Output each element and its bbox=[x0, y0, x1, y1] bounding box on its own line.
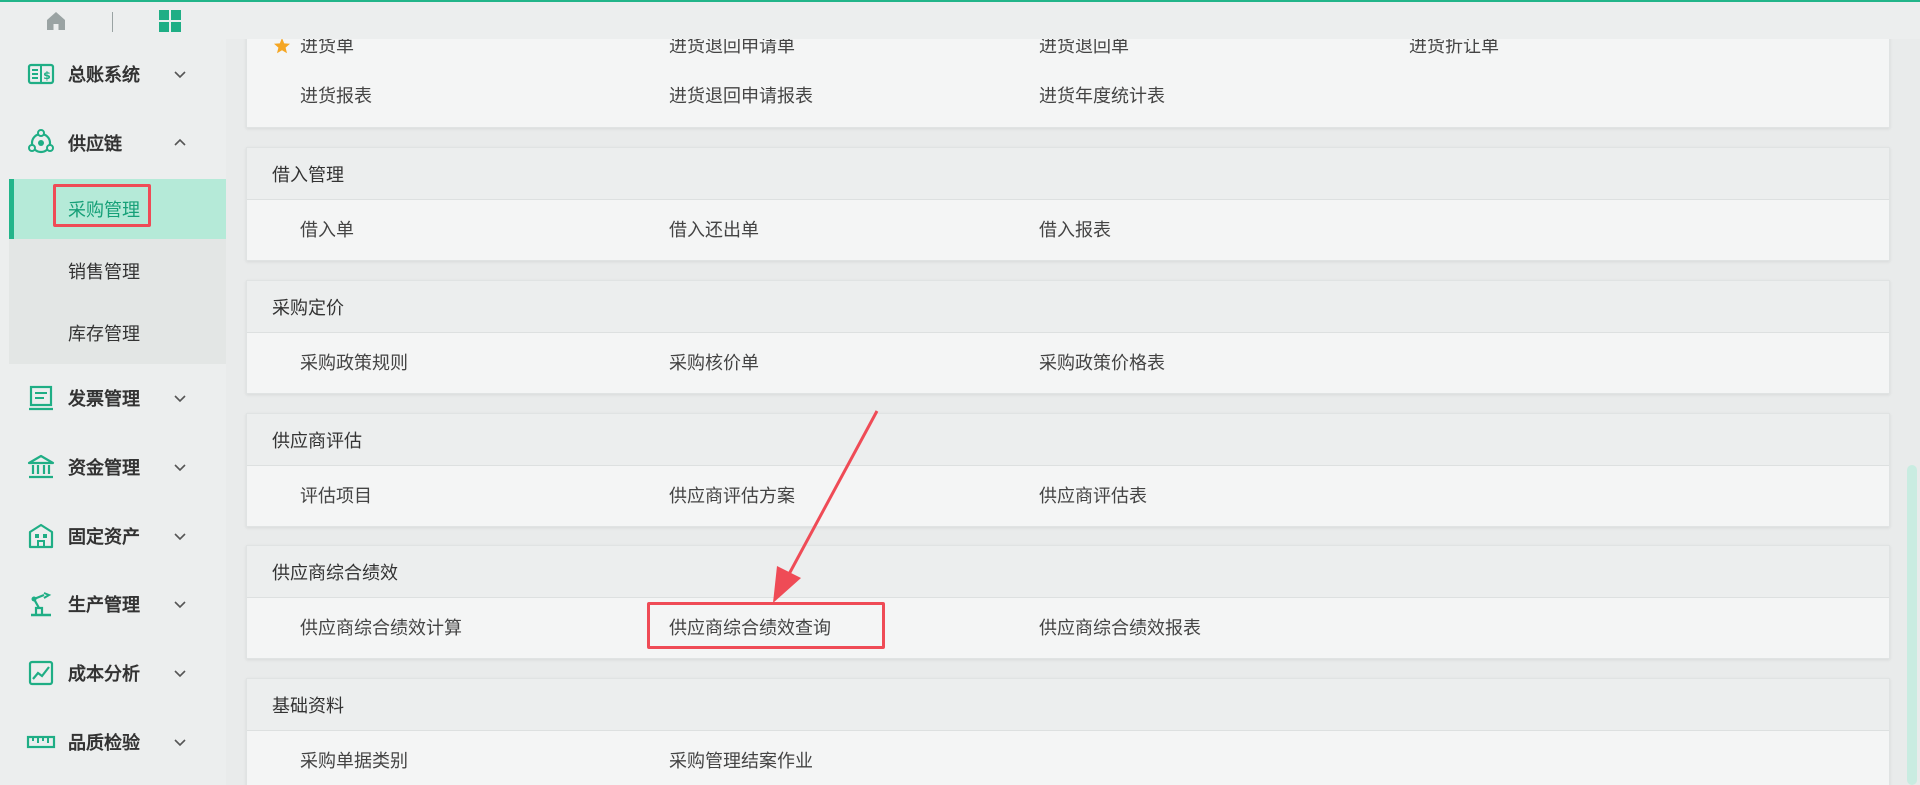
robot-arm-icon bbox=[31, 592, 52, 617]
ledger-icon: $ bbox=[27, 63, 55, 85]
svg-text:$: $ bbox=[43, 69, 51, 82]
chevron-down-icon bbox=[174, 670, 186, 678]
sidebar-group-label: 成本分析 bbox=[68, 664, 140, 684]
card-purchase-pricing: 采购定价 采购政策规则 采购核价单 采购政策价格表 bbox=[246, 280, 1890, 394]
sidebar-group-cost-analysis[interactable]: 成本分析 bbox=[0, 648, 226, 698]
chevron-down-icon bbox=[174, 71, 186, 79]
sidebar-group-fund-management[interactable]: 资金管理 bbox=[0, 442, 226, 492]
card-supplier-evaluation: 供应商评估 评估项目 供应商评估方案 供应商评估表 bbox=[246, 413, 1890, 527]
main-content: 进货单 进货退回申请单 进货退回单 进货折让单 进货报表 进货退回申请报表 进货… bbox=[226, 39, 1920, 785]
menu-link[interactable]: 进货年度统计表 bbox=[1039, 80, 1165, 112]
menu-link[interactable]: 采购政策规则 bbox=[300, 347, 408, 379]
chevron-up-icon bbox=[174, 138, 186, 146]
supply-chain-submenu: 采购管理 销售管理 库存管理 bbox=[9, 179, 226, 364]
top-bar bbox=[0, 0, 1920, 39]
card-row: 进货报表 进货退回申请报表 进货年度统计表 bbox=[247, 80, 1889, 112]
scrollbar-thumb[interactable] bbox=[1907, 465, 1917, 785]
sidebar-group-general-ledger[interactable]: $ 总账系统 bbox=[0, 49, 226, 99]
highlight-box bbox=[647, 602, 885, 649]
card-row: 采购单据类别 采购管理结案作业 bbox=[247, 745, 1889, 777]
card-title: 供应商综合绩效 bbox=[272, 562, 398, 583]
card-title: 借入管理 bbox=[272, 164, 344, 185]
menu-link[interactable]: 进货退回单 bbox=[1039, 39, 1129, 62]
chevron-down-icon bbox=[174, 395, 186, 403]
building-icon bbox=[28, 523, 54, 549]
card-row: 评估项目 供应商评估方案 供应商评估表 bbox=[247, 480, 1889, 512]
supply-chain-icon bbox=[28, 129, 54, 154]
sidebar-item-inventory-management[interactable]: 库存管理 bbox=[9, 303, 226, 363]
menu-link[interactable]: 进货单 bbox=[300, 39, 354, 62]
menu-link[interactable]: 评估项目 bbox=[300, 480, 372, 512]
card-title: 供应商评估 bbox=[272, 430, 362, 451]
card-row: 借入单 借入还出单 借入报表 bbox=[247, 214, 1889, 246]
sidebar-group-production[interactable]: 生产管理 bbox=[0, 579, 226, 629]
card-supplier-performance: 供应商综合绩效 供应商综合绩效计算 供应商综合绩效查询 供应商综合绩效报表 bbox=[246, 545, 1890, 659]
invoice-icon bbox=[29, 385, 53, 411]
card-title: 基础资料 bbox=[272, 695, 344, 716]
sidebar-group-quality-inspection[interactable]: 品质检验 bbox=[0, 717, 226, 767]
grid-apps-icon[interactable] bbox=[157, 8, 183, 34]
menu-link[interactable]: 借入还出单 bbox=[669, 214, 759, 246]
bank-icon bbox=[27, 454, 55, 479]
menu-link[interactable]: 进货折让单 bbox=[1409, 39, 1499, 62]
card-row: 采购政策规则 采购核价单 采购政策价格表 bbox=[247, 347, 1889, 379]
menu-link[interactable]: 进货退回申请单 bbox=[669, 39, 795, 62]
menu-link[interactable]: 进货退回申请报表 bbox=[669, 80, 813, 112]
menu-link[interactable]: 采购单据类别 bbox=[300, 745, 408, 777]
sidebar-item-label: 销售管理 bbox=[68, 262, 140, 282]
sidebar-item-purchase-management[interactable]: 采购管理 bbox=[9, 179, 226, 239]
highlight-box bbox=[53, 184, 151, 227]
card-header: 供应商评估 bbox=[247, 414, 1889, 466]
star-icon[interactable] bbox=[273, 39, 291, 55]
card-header: 供应商综合绩效 bbox=[247, 546, 1889, 598]
card-row: 进货单 进货退回申请单 进货退回单 进货折让单 bbox=[247, 39, 1889, 62]
card-purchase-documents: 进货单 进货退回申请单 进货退回单 进货折让单 进货报表 进货退回申请报表 进货… bbox=[246, 39, 1890, 128]
topbar-divider bbox=[112, 12, 113, 32]
chevron-down-icon bbox=[174, 464, 186, 472]
sidebar-group-fixed-assets[interactable]: 固定资产 bbox=[0, 511, 226, 561]
menu-link[interactable]: 供应商评估方案 bbox=[669, 480, 795, 512]
sidebar-group-supply-chain[interactable]: 供应链 bbox=[0, 118, 226, 168]
home-icon[interactable] bbox=[44, 9, 68, 33]
sidebar-group-label: 品质检验 bbox=[68, 733, 140, 753]
ruler-icon bbox=[26, 735, 56, 749]
menu-link[interactable]: 供应商综合绩效计算 bbox=[300, 612, 462, 644]
sidebar-item-sales-management[interactable]: 销售管理 bbox=[9, 241, 226, 301]
menu-link[interactable]: 采购管理结案作业 bbox=[669, 745, 813, 777]
card-borrow-management: 借入管理 借入单 借入还出单 借入报表 bbox=[246, 147, 1890, 261]
chevron-down-icon bbox=[174, 739, 186, 747]
card-title: 采购定价 bbox=[272, 297, 344, 318]
sidebar-group-label: 供应链 bbox=[68, 134, 122, 154]
menu-link[interactable]: 借入单 bbox=[300, 214, 354, 246]
card-row: 供应商综合绩效计算 供应商综合绩效查询 供应商综合绩效报表 bbox=[247, 612, 1889, 644]
card-header: 借入管理 bbox=[247, 148, 1889, 200]
menu-link[interactable]: 采购政策价格表 bbox=[1039, 347, 1165, 379]
sidebar-group-label: 总账系统 bbox=[68, 65, 140, 85]
card-header: 基础资料 bbox=[247, 679, 1889, 731]
menu-link[interactable]: 供应商综合绩效报表 bbox=[1039, 612, 1201, 644]
sidebar: $ 总账系统 供应链 采购管理 销售管理 库存管理 发票管理 资金管理 固定资产… bbox=[0, 39, 226, 785]
sidebar-group-invoice[interactable]: 发票管理 bbox=[0, 373, 226, 423]
menu-link[interactable]: 采购核价单 bbox=[669, 347, 759, 379]
card-header: 采购定价 bbox=[247, 281, 1889, 333]
sidebar-group-label: 发票管理 bbox=[68, 389, 140, 409]
card-basic-data: 基础资料 采购单据类别 采购管理结案作业 bbox=[246, 678, 1890, 785]
chevron-down-icon bbox=[174, 533, 186, 541]
sidebar-group-label: 固定资产 bbox=[68, 527, 140, 547]
chevron-down-icon bbox=[174, 601, 186, 609]
sidebar-group-label: 生产管理 bbox=[68, 595, 140, 615]
sidebar-item-label: 库存管理 bbox=[68, 324, 140, 344]
sidebar-group-label: 资金管理 bbox=[68, 458, 140, 478]
menu-link[interactable]: 供应商评估表 bbox=[1039, 480, 1147, 512]
chart-icon bbox=[28, 660, 54, 686]
menu-link[interactable]: 借入报表 bbox=[1039, 214, 1111, 246]
menu-link[interactable]: 进货报表 bbox=[300, 80, 372, 112]
